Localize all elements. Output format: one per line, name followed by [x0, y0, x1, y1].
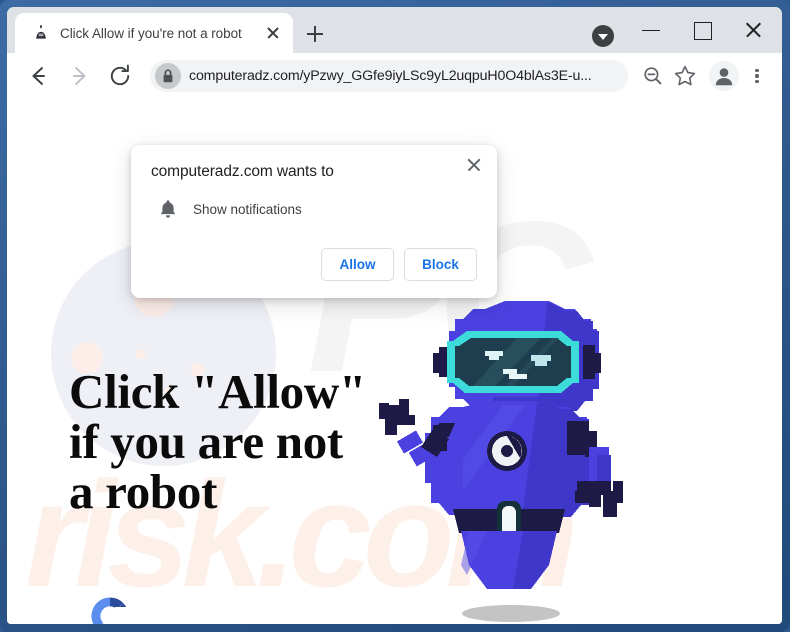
tab-title: Click Allow if you're not a robot: [60, 25, 242, 41]
reload-icon[interactable]: [103, 59, 137, 93]
robot-favicon: [33, 25, 49, 41]
menu-dot: [755, 68, 759, 72]
window-maximize-button[interactable]: [680, 12, 725, 46]
address-bar-url[interactable]: computeradz.com/yPzwy_GGfe9iyLSc9yL2uqpu…: [189, 68, 624, 84]
new-tab-button[interactable]: [301, 20, 329, 48]
address-bar[interactable]: computeradz.com/yPzwy_GGfe9iyLSc9yL2uqpu…: [150, 60, 628, 92]
page-viewport: PC risk.com: [7, 99, 782, 624]
captcha-c-logo-icon: [88, 594, 132, 624]
browser-window-frame: Click Allow if you're not a robot comput…: [0, 0, 790, 632]
dialog-actions: Allow Block: [151, 248, 477, 281]
robot-svg: [379, 301, 623, 589]
profile-avatar-icon[interactable]: [709, 61, 739, 91]
browser-window: Click Allow if you're not a robot comput…: [7, 7, 782, 624]
tab-strip: Click Allow if you're not a robot: [7, 7, 782, 53]
robot-shadow: [462, 605, 560, 622]
captcha-logo: E-CAPTCHA: [82, 594, 138, 624]
window-minimize-button[interactable]: [629, 12, 674, 46]
three-dot-menu-icon[interactable]: [742, 61, 772, 91]
dialog-title: computeradz.com wants to: [151, 163, 334, 180]
zoom-out-icon[interactable]: [638, 61, 668, 91]
block-button[interactable]: Block: [404, 248, 477, 281]
bell-icon: [157, 198, 179, 220]
browser-toolbar: computeradz.com/yPzwy_GGfe9iyLSc9yL2uqpu…: [7, 53, 782, 99]
tab-close-button[interactable]: [262, 22, 284, 44]
browser-tab[interactable]: Click Allow if you're not a robot: [15, 13, 293, 53]
arrow-left-icon[interactable]: [21, 59, 55, 93]
allow-button[interactable]: Allow: [321, 248, 394, 281]
page-headline: Click "Allow" if you are not a robot: [69, 364, 366, 519]
background-dot: [136, 349, 146, 359]
arrow-right-icon[interactable]: [62, 59, 96, 93]
chevron-down-circle-icon[interactable]: [592, 25, 614, 47]
pixel-robot-mascot: [377, 295, 637, 624]
notification-permission-dialog: computeradz.com wants to Show notificati…: [131, 145, 497, 298]
menu-dot: [755, 74, 759, 78]
menu-dot: [755, 80, 759, 84]
dialog-close-button[interactable]: [462, 153, 486, 177]
dialog-permission-row: Show notifications: [151, 198, 477, 220]
lock-icon[interactable]: [155, 63, 181, 89]
window-close-button[interactable]: [731, 12, 776, 46]
star-icon[interactable]: [670, 61, 700, 91]
dialog-permission-label: Show notifications: [193, 201, 302, 217]
